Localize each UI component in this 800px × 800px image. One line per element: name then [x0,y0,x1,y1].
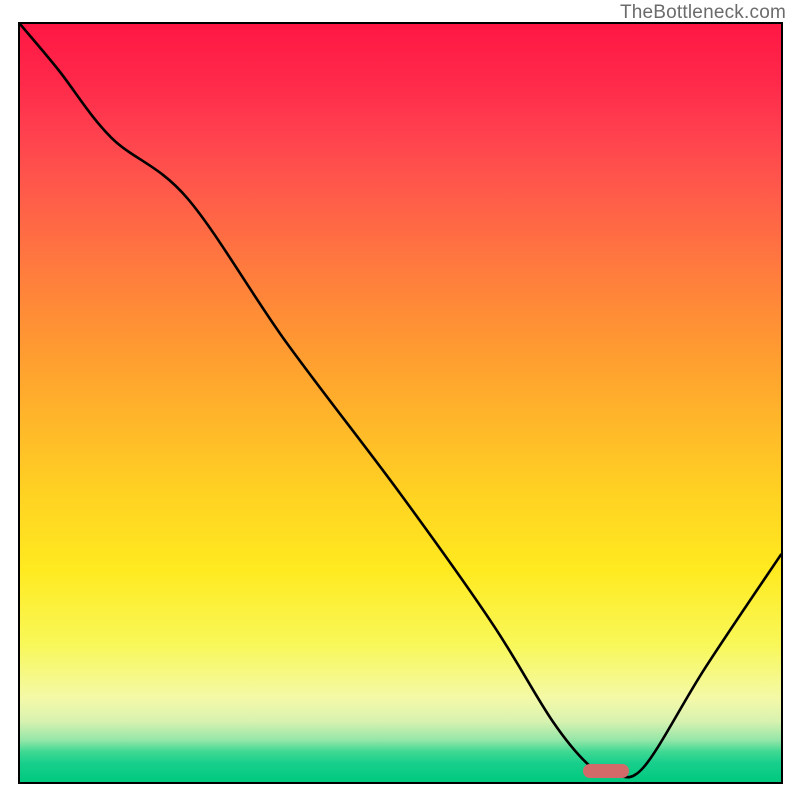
chart-frame [18,22,783,784]
optimal-marker [583,764,629,778]
chart-svg [20,24,781,782]
bottleneck-curve [20,24,781,777]
watermark-label: TheBottleneck.com [620,2,786,24]
